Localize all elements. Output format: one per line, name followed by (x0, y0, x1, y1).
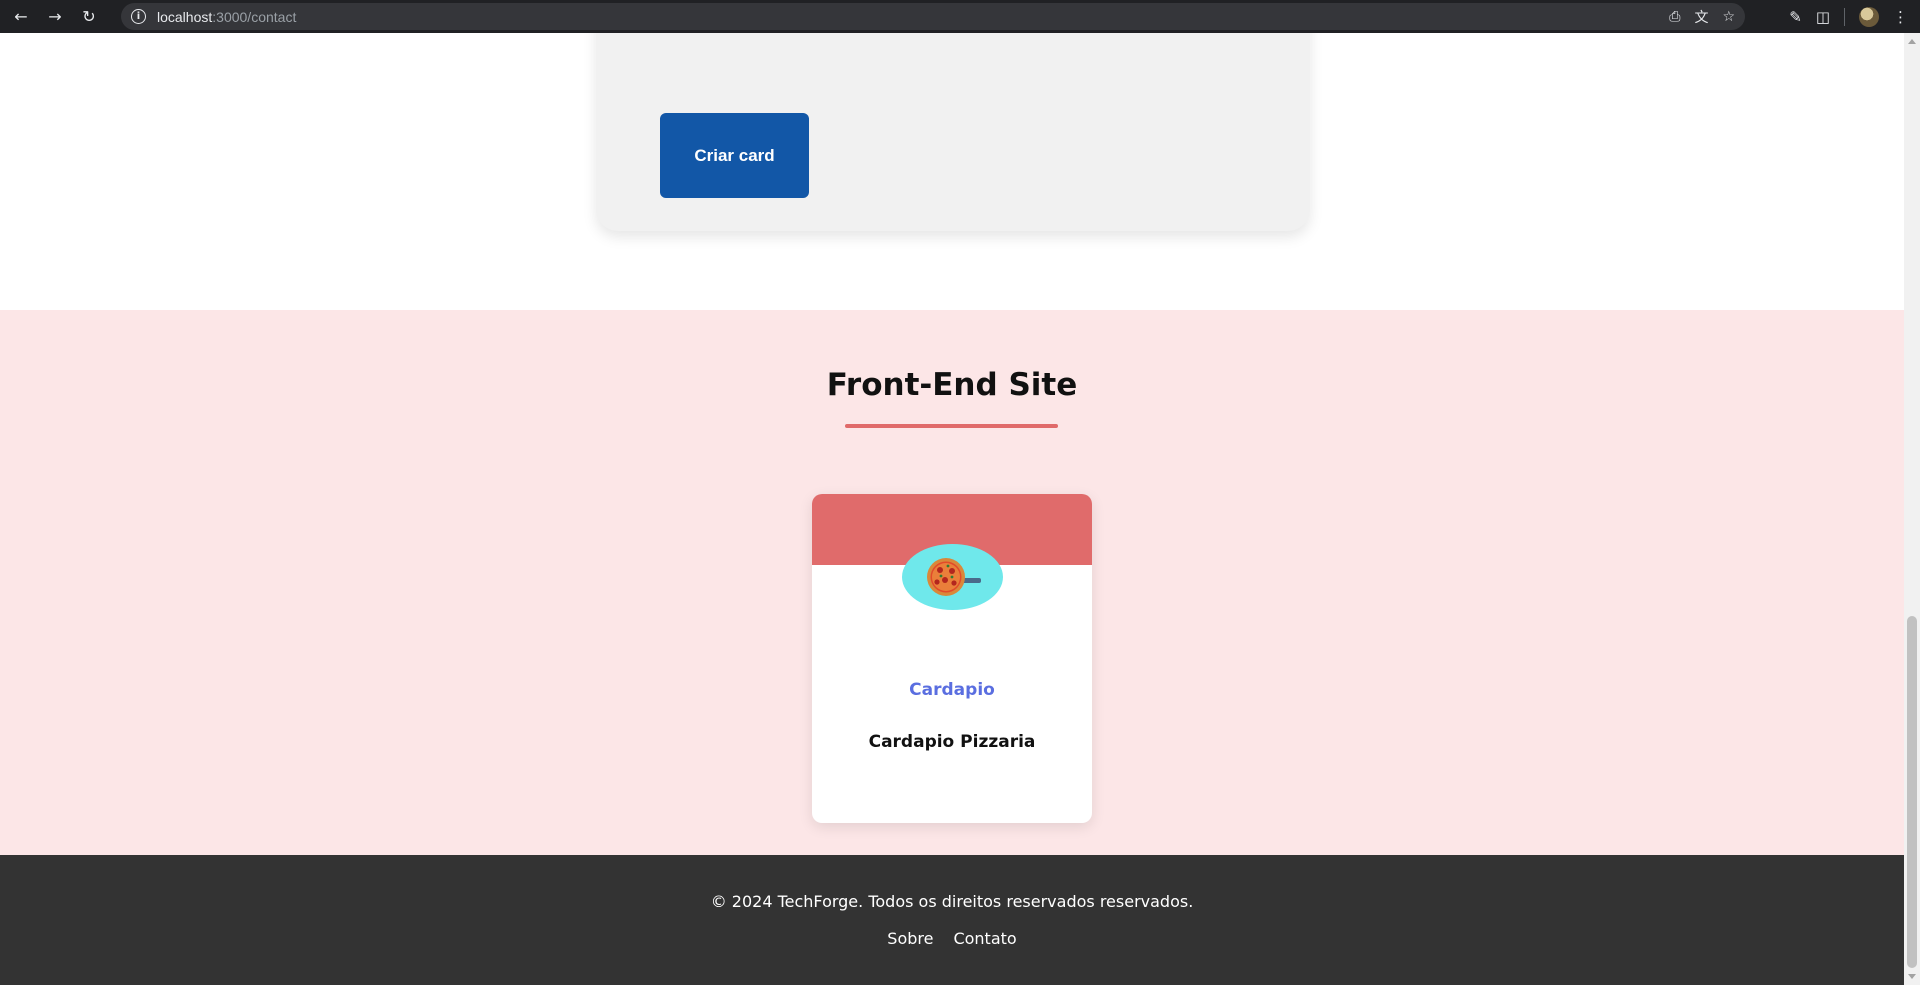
forward-icon[interactable]: → (43, 5, 67, 29)
extensions-puzzle-icon[interactable]: ◫ (1816, 8, 1830, 26)
footer-link-sobre[interactable]: Sobre (887, 929, 933, 948)
scrollbar-thumb[interactable] (1907, 616, 1917, 968)
title-underline (845, 424, 1058, 428)
section-title: Front-End Site (826, 367, 1078, 403)
create-card-button[interactable]: Criar card (660, 113, 809, 198)
translate-icon[interactable]: 文 (1694, 7, 1708, 27)
browser-toolbar: ← → ↻ i localhost:3000/contact ⎙ 文 ☆ ✎ ◫… (0, 0, 1920, 33)
page-scrollbar[interactable] (1904, 33, 1920, 985)
projects-section: Front-End Site Cardapio Cardapio Pizzari… (0, 310, 1904, 855)
site-footer: © 2024 TechForge. Todos os direitos rese… (0, 855, 1904, 985)
footer-link-contato[interactable]: Contato (953, 929, 1016, 948)
toolbar-divider (1844, 7, 1845, 26)
url-text[interactable]: localhost:3000/contact (157, 9, 296, 25)
back-icon[interactable]: ← (9, 5, 33, 29)
site-info-icon[interactable]: i (131, 9, 146, 24)
card-avatar (902, 544, 1003, 610)
footer-nav: Sobre Contato (0, 929, 1904, 948)
bookmark-star-icon[interactable]: ☆ (1722, 9, 1735, 25)
address-bar[interactable]: i localhost:3000/contact ⎙ 文 ☆ (121, 3, 1745, 30)
eyedropper-extension-icon[interactable]: ✎ (1789, 8, 1802, 26)
card-title[interactable]: Cardapio (812, 680, 1092, 700)
copyright-text: © 2024 TechForge. Todos os direitos rese… (710, 892, 1194, 911)
page-viewport: Criar card Front-End Site Cardapio Carda… (0, 33, 1904, 985)
profile-avatar[interactable] (1859, 6, 1879, 27)
create-card-form: Criar card (596, 33, 1310, 231)
scroll-down-arrow-icon[interactable] (1908, 974, 1916, 979)
browser-menu-icon[interactable]: ⋮ (1893, 8, 1908, 26)
install-app-icon[interactable]: ⎙ (1669, 9, 1680, 25)
card-description: Cardapio Pizzaria (868, 732, 1036, 752)
project-card[interactable]: Cardapio Cardapio Pizzaria (812, 494, 1092, 823)
reload-icon[interactable]: ↻ (77, 5, 101, 29)
scroll-up-arrow-icon[interactable] (1908, 39, 1916, 44)
pizza-icon (926, 558, 981, 596)
